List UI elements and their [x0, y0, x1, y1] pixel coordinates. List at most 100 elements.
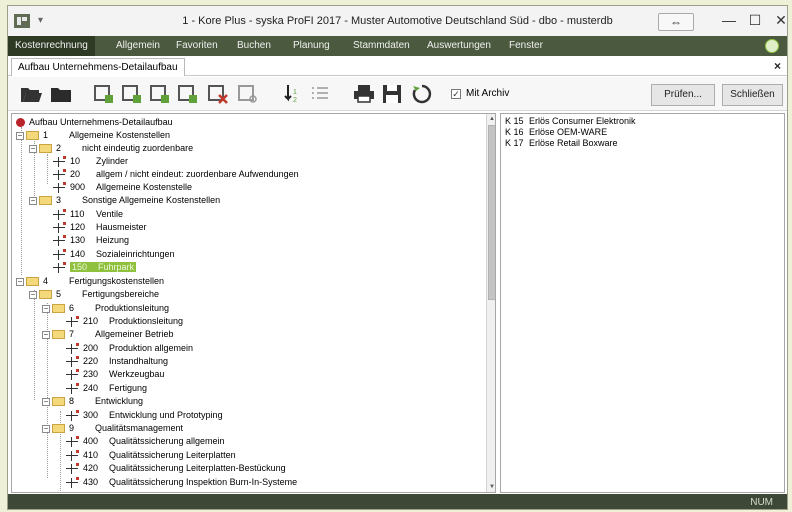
- tree-node[interactable]: − 1 Allgemeine Kostenstellen: [16, 129, 170, 142]
- tree-leaf[interactable]: 900 Allgemeine Kostenstelle: [52, 181, 192, 194]
- tree-node-code: 8: [69, 396, 75, 406]
- cost-center-tree[interactable]: Aufbau Unternehmens-Detailaufbau −1 Allge…: [11, 113, 496, 493]
- refresh-icon[interactable]: [410, 82, 434, 106]
- collapse-icon[interactable]: −: [16, 277, 24, 286]
- collapse-icon[interactable]: −: [42, 424, 50, 433]
- tree-leaf[interactable]: 200 Produktion allgemein: [65, 342, 193, 355]
- tree-node-label: Produktionsleitung: [95, 303, 170, 313]
- tree-guide-line: [47, 154, 48, 184]
- mit-archiv-checkbox[interactable]: ✓: [451, 89, 461, 99]
- tree-leaf[interactable]: 420 Qualitätssicherung Leiterplatten-Best…: [65, 462, 286, 475]
- tree-node[interactable]: − 5 Fertigungsbereiche: [29, 288, 159, 301]
- tree-leaf[interactable]: 20 allgem / nicht eindeut: zuordenbare Au…: [52, 168, 299, 181]
- list-item[interactable]: K 15 Erlös Consumer Elektronik: [505, 116, 636, 127]
- tree-leaf[interactable]: 430 Qualitätssicherung Inspektion Burn-In…: [65, 476, 297, 489]
- folder-icon: [52, 397, 65, 407]
- cost-center-icon: [65, 410, 79, 422]
- tree-leaf[interactable]: 240 Fertigung: [65, 382, 147, 395]
- tree-node[interactable]: − 3 Sonstige Allgemeine Kostenstellen: [29, 194, 220, 207]
- collapse-icon[interactable]: −: [29, 290, 37, 299]
- menu-favoriten[interactable]: Favoriten: [169, 36, 225, 56]
- cost-center-icon: [65, 477, 79, 489]
- swap-icon[interactable]: ⇔: [658, 13, 694, 31]
- tree-node[interactable]: − 6 Produktionsleitung: [42, 302, 169, 315]
- tree-node-label: Ventile: [96, 209, 124, 219]
- tree-node-code: 5: [56, 289, 62, 299]
- help-icon[interactable]: [765, 39, 779, 53]
- menu-stammdaten[interactable]: Stammdaten: [346, 36, 417, 56]
- collapse-icon[interactable]: −: [29, 196, 37, 205]
- tree-leaf[interactable]: 140 Sozialeinrichtungen: [52, 248, 175, 261]
- cost-center-icon: [65, 369, 79, 381]
- search-node-icon[interactable]: [236, 82, 260, 106]
- schliessen-button[interactable]: Schließen: [722, 84, 783, 106]
- add-sibling-icon[interactable]: [148, 82, 172, 106]
- tree-node-label: allgem / nicht eindeut: zuordenbare Aufw…: [96, 169, 299, 179]
- cost-center-icon: [65, 356, 79, 368]
- tree-leaf[interactable]: 220 Instandhaltung: [65, 355, 168, 368]
- collapse-icon[interactable]: −: [29, 144, 37, 153]
- menu-fenster[interactable]: Fenster: [502, 36, 550, 56]
- tree-leaf[interactable]: 10 Zylinder: [52, 155, 128, 168]
- tree-node-code: 10: [70, 156, 81, 166]
- tree-leaf-selected[interactable]: 150 Fuhrpark: [52, 261, 137, 274]
- tree-root[interactable]: Aufbau Unternehmens-Detailaufbau: [16, 116, 173, 129]
- save-icon[interactable]: [380, 82, 404, 106]
- close-button[interactable]: ✕: [766, 10, 787, 30]
- cost-center-icon: [65, 450, 79, 462]
- tree-node[interactable]: − 2 nicht eindeutig zuordenbare: [29, 142, 193, 155]
- tree-leaf[interactable]: 210 Produktionsleitung: [65, 315, 183, 328]
- folder-icon[interactable]: [49, 82, 73, 106]
- tree-node-label: Zylinder: [96, 156, 129, 166]
- mit-archiv-label[interactable]: Mit Archiv: [466, 88, 509, 99]
- tree-node[interactable]: − 4 Fertigungskostenstellen: [16, 275, 164, 288]
- root-node-icon: [16, 118, 25, 128]
- collapse-icon[interactable]: −: [42, 304, 50, 313]
- menu-auswertungen[interactable]: Auswertungen: [420, 36, 498, 56]
- scroll-up-arrow-icon[interactable]: ▲: [487, 114, 495, 124]
- tree-node-code: 150: [72, 262, 88, 272]
- tree-leaf[interactable]: 400 Qualitätssicherung allgemein: [65, 435, 225, 448]
- add-child-icon[interactable]: [120, 82, 144, 106]
- pruefen-button[interactable]: Prüfen...: [651, 84, 715, 106]
- list-item[interactable]: K 17 Erlöse Retail Boxware: [505, 138, 618, 149]
- tree-node-code: 410: [83, 450, 99, 460]
- scroll-thumb[interactable]: [488, 125, 495, 300]
- menu-planung[interactable]: Planung: [286, 36, 337, 56]
- cost-type-list[interactable]: K 15 Erlös Consumer Elektronik K 16 Erlöse…: [500, 113, 785, 493]
- tree-node[interactable]: − 8 Entwicklung: [42, 395, 143, 408]
- menu-buchen[interactable]: Buchen: [230, 36, 278, 56]
- tree-leaf[interactable]: 300 Entwicklung und Prototyping: [65, 409, 223, 422]
- menu-kostenrechnung[interactable]: Kostenrechnung: [8, 36, 95, 56]
- cost-center-icon: [52, 235, 66, 247]
- tree-node-code: 220: [83, 356, 99, 366]
- collapse-icon[interactable]: −: [42, 397, 50, 406]
- document-tab[interactable]: Aufbau Unternehmens-Detailaufbau: [11, 58, 185, 76]
- print-icon[interactable]: [352, 82, 376, 106]
- scroll-down-arrow-icon[interactable]: ▼: [487, 482, 495, 492]
- collapse-icon[interactable]: −: [16, 131, 24, 140]
- move-node-icon[interactable]: [176, 82, 200, 106]
- tree-leaf[interactable]: 110 Ventile: [52, 208, 123, 221]
- list-icon[interactable]: [308, 82, 332, 106]
- open-folder-icon[interactable]: [19, 82, 43, 106]
- list-item[interactable]: K 16 Erlöse OEM-WARE: [505, 127, 607, 138]
- tree-node-code: 20: [70, 169, 81, 179]
- sort-icon[interactable]: 12: [280, 82, 304, 106]
- tree-node-label: Fuhrpark: [98, 262, 135, 272]
- tree-leaf[interactable]: 230 Werkzeugbau: [65, 368, 164, 381]
- tree-node[interactable]: − 7 Allgemeiner Betrieb: [42, 328, 174, 341]
- tree-node-code: 7: [69, 329, 75, 339]
- delete-node-icon[interactable]: [206, 82, 230, 106]
- add-node-icon[interactable]: [92, 82, 116, 106]
- tree-leaf[interactable]: 410 Qualitätssicherung Leiterplatten: [65, 449, 236, 462]
- tree-leaf[interactable]: 120 Hausmeister: [52, 221, 147, 234]
- tree-leaf[interactable]: 130 Heizung: [52, 234, 129, 247]
- tab-close-icon[interactable]: ×: [774, 59, 781, 73]
- list-item-code: K 17: [505, 138, 524, 148]
- menu-allgemein[interactable]: Allgemein: [109, 36, 167, 56]
- collapse-icon[interactable]: −: [42, 330, 50, 339]
- tree-scrollbar[interactable]: ▲ ▼: [486, 114, 495, 492]
- folder-icon: [52, 424, 65, 434]
- tree-node[interactable]: − 9 Qualitätsmanagement: [42, 422, 183, 435]
